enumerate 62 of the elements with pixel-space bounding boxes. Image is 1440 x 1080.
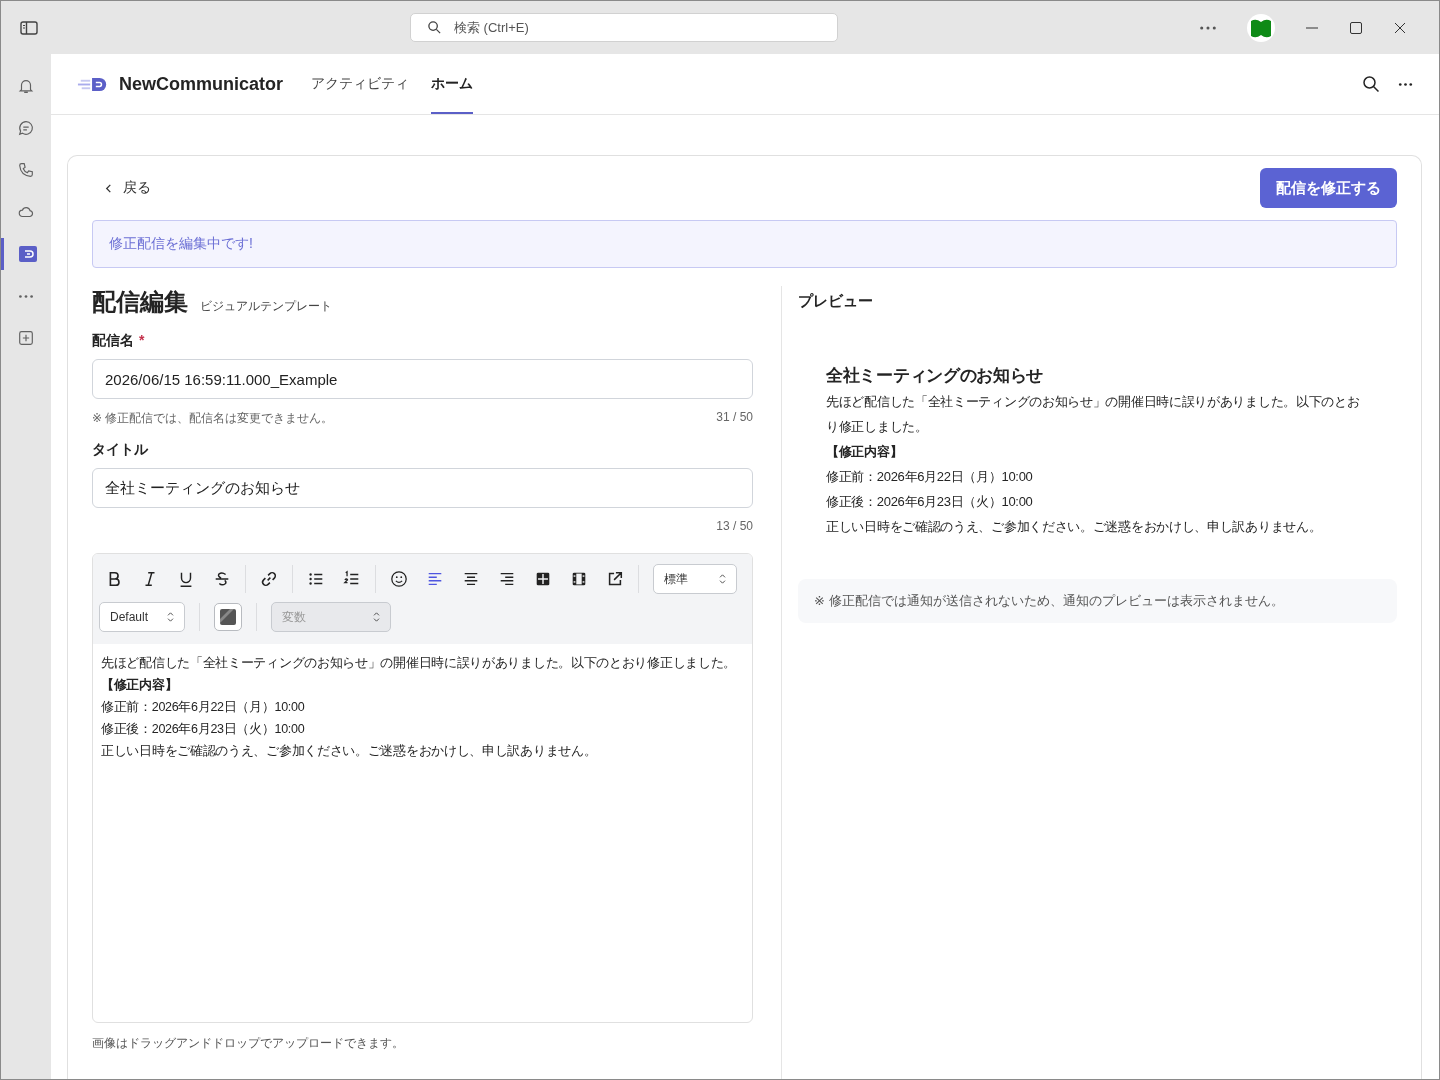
template-label: ビジュアルテンプレート (200, 298, 332, 315)
char-count: 13 / 50 (716, 519, 753, 533)
preview-notice: ※ 修正配信では通知が送信されないため、通知のプレビューは表示されません。 (798, 579, 1397, 623)
preview-text: 正しい日時をご確認のうえ、ご参加ください。ご迷惑をおかけし、申し訳ありません。 (826, 518, 1323, 536)
color-swatch-icon (220, 609, 236, 625)
nav-tab[interactable]: アクティビティ (311, 54, 410, 114)
table-icon[interactable] (534, 570, 552, 588)
link-icon[interactable] (260, 570, 278, 588)
maximize-icon[interactable] (1349, 20, 1363, 35)
bell-icon (17, 77, 35, 95)
film-icon[interactable] (570, 570, 588, 588)
search-icon (427, 20, 442, 35)
emoji-icon[interactable] (390, 570, 408, 588)
field-hint: ※ 修正配信では、配信名は変更できません。 (92, 410, 334, 427)
add-icon (17, 329, 35, 347)
preview-title: 全社ミーティングのお知らせ (826, 365, 1045, 387)
char-count: 31 / 50 (716, 410, 753, 426)
preview-text: 【修正内容】 (826, 443, 904, 461)
more-icon[interactable] (1398, 81, 1413, 87)
editor-text-line: 先ほど配信した「全社ミーティングのお知らせ」の開催日時に誤りがありました。以下のとおり修正しました。 (101, 655, 737, 672)
avatar-icon[interactable] (1247, 13, 1275, 42)
field-label: 配信名 (92, 332, 134, 350)
preview-text: 先ほど配信した「全社ミーティングのお知らせ」の開催日時に誤りがありました。以下のとおり修正しました。 (826, 393, 1361, 436)
external-link-icon[interactable] (606, 570, 624, 588)
align-center-icon[interactable] (462, 570, 480, 588)
updown-icon (719, 574, 726, 584)
search-field[interactable]: 検索 (Ctrl+E) (410, 13, 838, 42)
search-icon[interactable] (1362, 75, 1380, 93)
page-heading: 配信編集 (92, 287, 188, 317)
nav-tab[interactable]: ホーム (431, 54, 474, 114)
size-select[interactable]: 標準 (653, 564, 737, 594)
editor-text-line: 修正前：2026年6月22日（月）10:00 (101, 699, 306, 716)
preview-label: プレビュー (798, 292, 874, 311)
text-field[interactable]: 2026/06/15 16:59:11.000_Example (92, 359, 753, 399)
align-right-icon[interactable] (498, 570, 516, 588)
updown-icon (167, 612, 174, 622)
required-mark: * (139, 332, 145, 350)
chevron-left-icon (104, 183, 113, 193)
submit-button[interactable]: 配信を修正する (1260, 168, 1397, 208)
editor-text-line: 正しい日時をご確認のうえ、ご参加ください。ご迷惑をおかけし、申し訳ありません。 (101, 743, 598, 760)
app-icon (17, 244, 38, 264)
editor-text-line: 【修正内容】 (101, 676, 179, 694)
bullet-list-icon[interactable] (307, 570, 325, 588)
text-field[interactable]: 全社ミーティングのお知らせ (92, 468, 753, 508)
close-icon[interactable] (1393, 20, 1407, 35)
updown-icon (373, 612, 380, 622)
more-icon (18, 293, 34, 299)
back-link[interactable]: 戻る (92, 179, 151, 197)
phone-icon (17, 161, 35, 179)
field-label: タイトル (92, 441, 148, 459)
chat-icon (17, 119, 35, 137)
editor-text-line: 修正後：2026年6月23日（火）10:00 (101, 721, 306, 738)
font-select[interactable]: Default (99, 602, 185, 632)
more-icon[interactable] (1199, 24, 1217, 31)
strikethrough-icon[interactable] (213, 570, 231, 588)
preview-text: 修正前：2026年6月22日（月）10:00 (826, 468, 1034, 486)
color-picker-button[interactable] (214, 603, 242, 631)
upload-note: 画像はドラッグアンドドロップでアップロードできます。 (92, 1035, 405, 1052)
align-left-icon[interactable] (426, 570, 444, 588)
app-name: NewCommunicator (119, 73, 284, 95)
info-banner: 修正配信を編集中です! (92, 220, 1397, 268)
preview-text: 修正後：2026年6月23日（火）10:00 (826, 493, 1034, 511)
